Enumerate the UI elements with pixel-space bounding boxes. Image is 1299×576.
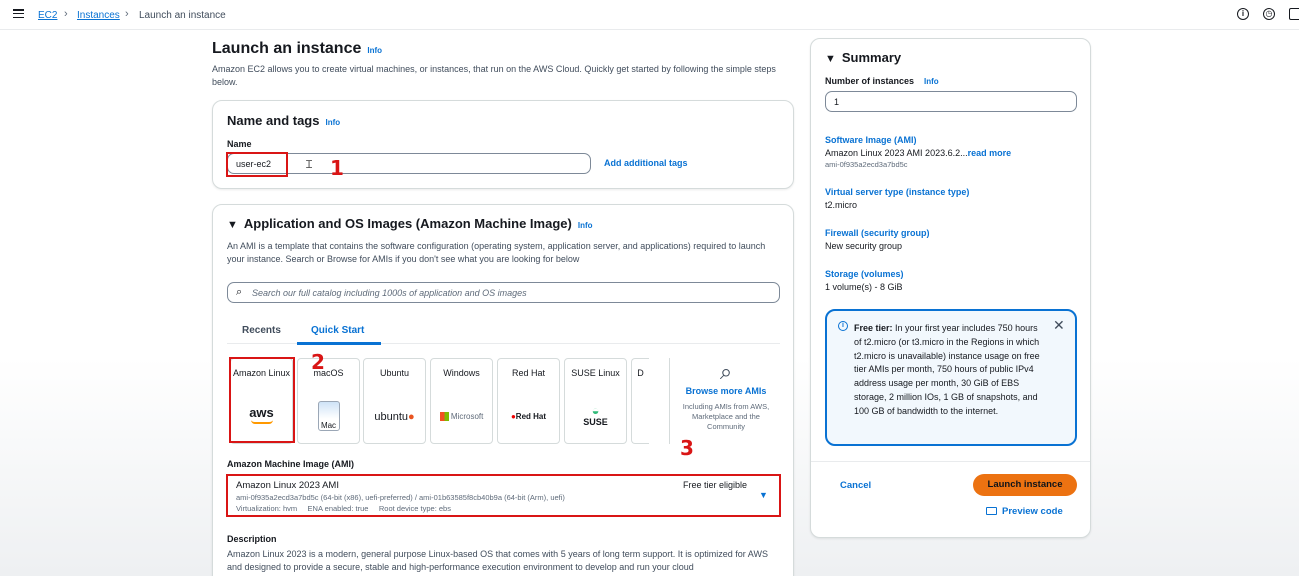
tile-label: Windows bbox=[443, 368, 480, 378]
highlight-box-amazon-linux bbox=[229, 357, 295, 443]
ami-title: Application and OS Images (Amazon Machin… bbox=[243, 216, 572, 231]
ami-search-placeholder: Search our full catalog including 1000s … bbox=[252, 288, 527, 298]
name-tags-title: Name and tags bbox=[227, 113, 320, 128]
tab-quick-start[interactable]: Quick Start bbox=[311, 325, 364, 336]
preview-code-button[interactable]: Preview code bbox=[986, 506, 1063, 517]
ami-description: An AMI is a template that contains the s… bbox=[227, 241, 766, 264]
breadcrumb-ec2[interactable]: EC2 bbox=[38, 10, 57, 21]
instance-count-label: Number of instances bbox=[825, 76, 915, 86]
caret-down-icon[interactable]: ▼ bbox=[825, 53, 836, 65]
clock-icon[interactable]: ◷ bbox=[1263, 8, 1275, 20]
search-icon: ⌕ bbox=[719, 359, 733, 384]
close-icon[interactable]: ✕ bbox=[1053, 317, 1065, 334]
page-title: Launch an instance bbox=[212, 40, 362, 57]
instance-type-link[interactable]: Virtual server type (instance type) bbox=[825, 187, 969, 197]
read-more-link[interactable]: read more bbox=[968, 148, 1012, 158]
redhat-logo-icon: ●Red Hat bbox=[510, 412, 547, 421]
annotation-number: 3 bbox=[680, 436, 694, 460]
info-link[interactable]: Info bbox=[367, 46, 382, 55]
tile-label: Ubuntu bbox=[379, 368, 410, 378]
instance-count-input[interactable]: 1 bbox=[825, 91, 1077, 112]
highlight-box-name bbox=[226, 152, 288, 177]
top-navigation: EC2 › Instances › Launch an instance i ◷ bbox=[0, 0, 1299, 30]
ami-tile-windows[interactable]: Windows Microsoft bbox=[430, 358, 493, 444]
software-image-id: ami-0f935a2ecd3a7bd5c bbox=[825, 160, 908, 169]
software-image-link[interactable]: Software Image (AMI) bbox=[825, 135, 1011, 145]
breadcrumb-current: Launch an instance bbox=[139, 10, 226, 21]
summary-title: Summary bbox=[841, 50, 902, 65]
summary-panel: ▼ Summary Number of instances Info 1 Softw… bbox=[810, 38, 1091, 538]
ami-tile-debian[interactable]: D bbox=[631, 358, 649, 444]
name-and-tags-panel: Name and tags Info Name user-ec2 Ɪ Add add… bbox=[212, 100, 794, 189]
search-icon: ⌕ bbox=[236, 286, 243, 298]
name-label: Name bbox=[227, 139, 252, 149]
info-link[interactable]: Info bbox=[578, 221, 593, 230]
software-image-value: Amazon Linux 2023 AMI 2023.6.2... bbox=[825, 148, 968, 158]
add-tags-link[interactable]: Add additional tags bbox=[604, 158, 688, 168]
caret-down-icon[interactable]: ▼ bbox=[227, 219, 238, 231]
tile-label: SUSE Linux bbox=[571, 368, 620, 378]
notifications-icon[interactable] bbox=[1289, 8, 1299, 20]
firewall-value: New security group bbox=[825, 241, 903, 251]
page-description: Amazon EC2 allows you to create virtual … bbox=[212, 64, 776, 87]
ami-tile-macos[interactable]: macOS Mac bbox=[297, 358, 360, 444]
free-tier-text: Free tier: In your first year includes 7… bbox=[854, 323, 1040, 416]
ubuntu-logo-icon: ubuntu● bbox=[374, 411, 415, 423]
highlight-box-ami-select bbox=[226, 474, 781, 517]
breadcrumb-instances[interactable]: Instances bbox=[77, 10, 120, 21]
browse-more-link[interactable]: Browse more AMIs bbox=[677, 386, 775, 396]
tile-label: macOS bbox=[313, 368, 344, 378]
description-label: Description bbox=[227, 534, 277, 544]
storage-value: 1 volume(s) - 8 GiB bbox=[825, 282, 903, 292]
mac-logo-icon: Mac bbox=[298, 401, 359, 431]
annotation-number: 2 bbox=[311, 350, 325, 374]
summary-storage: Storage (volumes) 1 volume(s) - 8 GiB bbox=[825, 269, 904, 292]
chevron-right-icon: › bbox=[64, 8, 68, 20]
ami-tile-suse[interactable]: SUSE Linux ◒ SUSE bbox=[564, 358, 627, 444]
summary-software: Software Image (AMI) Amazon Linux 2023 A… bbox=[825, 135, 1011, 169]
instance-type-value: t2.micro bbox=[825, 200, 858, 210]
microsoft-logo-icon: Microsoft bbox=[431, 412, 492, 422]
ami-tile-red-hat[interactable]: Red Hat ●Red Hat bbox=[497, 358, 560, 444]
info-icon: i bbox=[838, 321, 848, 331]
chevron-right-icon: › bbox=[125, 8, 129, 20]
ami-full-description: Amazon Linux 2023 is a modern, general p… bbox=[227, 549, 768, 572]
info-link[interactable]: Info bbox=[325, 118, 340, 127]
tab-recents[interactable]: Recents bbox=[242, 325, 281, 336]
browse-more-subtext: Including AMIs from AWS, Marketplace and… bbox=[682, 402, 770, 431]
tile-label: D bbox=[637, 368, 644, 378]
browse-more-amis[interactable]: ⌕ Browse more AMIs Including AMIs from A… bbox=[677, 358, 775, 432]
page-header: Launch an instance Info bbox=[212, 40, 382, 58]
ami-search-input[interactable]: ⌕ Search our full catalog including 1000… bbox=[227, 282, 780, 303]
ami-tabs: Recents Quick Start bbox=[227, 317, 780, 345]
firewall-link[interactable]: Firewall (security group) bbox=[825, 228, 930, 238]
cancel-button[interactable]: Cancel bbox=[840, 480, 871, 491]
info-link[interactable]: Info bbox=[924, 77, 939, 86]
summary-instance-type: Virtual server type (instance type) t2.m… bbox=[825, 187, 969, 210]
launch-instance-button[interactable]: Launch instance bbox=[973, 474, 1077, 496]
summary-firewall: Firewall (security group) New security g… bbox=[825, 228, 930, 251]
info-icon[interactable]: i bbox=[1237, 8, 1249, 20]
suse-logo-icon: ◒ SUSE bbox=[583, 403, 608, 427]
tile-label: Red Hat bbox=[511, 368, 546, 378]
ami-label: Amazon Machine Image (AMI) bbox=[227, 459, 355, 469]
ami-tile-ubuntu[interactable]: Ubuntu ubuntu● bbox=[363, 358, 426, 444]
tiles-divider bbox=[669, 358, 670, 444]
active-tab-indicator bbox=[297, 342, 381, 345]
annotation-number: 1 bbox=[330, 156, 344, 180]
code-icon bbox=[986, 507, 997, 516]
text-cursor-icon: Ɪ bbox=[306, 159, 313, 171]
free-tier-alert: i Free tier: In your first year includes… bbox=[825, 309, 1077, 446]
summary-divider bbox=[811, 461, 1090, 462]
menu-icon[interactable] bbox=[13, 9, 24, 19]
storage-link[interactable]: Storage (volumes) bbox=[825, 269, 904, 279]
